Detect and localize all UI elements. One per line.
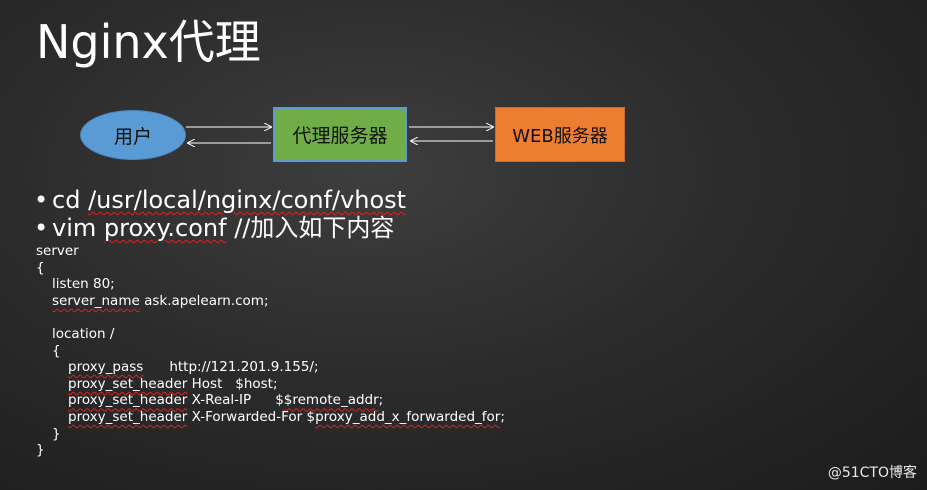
code-line: listen 80;: [52, 276, 115, 293]
code-token: ;: [500, 408, 505, 425]
code-token: ;: [378, 392, 384, 409]
code-line: proxy_pass http://121.201.9.155/;: [36, 359, 505, 376]
code-token: proxy_pass: [68, 359, 144, 376]
proxy-server-node: 代理服务器: [273, 107, 407, 162]
code-token: ask.apelearn.com;: [139, 292, 269, 309]
code-token: http://121.201.9.155/;: [169, 359, 319, 376]
code-line: }: [52, 425, 61, 442]
code-token: proxy_set_header: [68, 408, 188, 425]
code-token: Host $host;: [187, 375, 278, 392]
code-line: proxy_set_header Host $host;: [36, 376, 505, 393]
watermark: @51CTO博客: [827, 465, 917, 481]
config-code-block: server { listen 80; server_name ask.apel…: [36, 243, 505, 459]
code-token: server_name: [52, 292, 140, 309]
code-line: {: [36, 259, 45, 276]
user-node: 用户: [80, 110, 186, 160]
code-line: server_name ask.apelearn.com;: [36, 293, 505, 310]
command-list: • cd /usr/local/nginx/conf/vhost • vim pro…: [34, 186, 406, 242]
vim-file: proxy.conf: [103, 214, 227, 242]
code-line: {: [52, 342, 61, 359]
code-line: }: [36, 442, 45, 459]
code-line: server: [36, 243, 79, 259]
code-token: X-Forwarded-For $: [187, 408, 316, 425]
cd-command: cd: [52, 186, 89, 214]
code-line: location /: [52, 325, 115, 342]
vim-comment: //加入如下内容: [226, 214, 395, 242]
code-line: proxy_set_header X-Real-IP $$remote_addr;: [68, 392, 384, 409]
web-server-node: WEB服务器: [495, 107, 625, 162]
code-token: proxy_set_header: [68, 375, 188, 392]
code-line: proxy_set_header X-Forwarded-For $proxy_…: [36, 409, 505, 426]
bullet-dot: •: [34, 186, 49, 214]
bullet-dot: •: [34, 214, 49, 242]
bullet-vim: • vim proxy.conf //加入如下内容: [34, 214, 406, 242]
code-token: $remote_addr: [283, 392, 379, 409]
code-token: proxy_set_header: [68, 392, 188, 409]
code-token: proxy_add_x_forwarded_for: [315, 408, 501, 425]
vim-command: vim: [52, 214, 104, 242]
bullet-cd: • cd /usr/local/nginx/conf/vhost: [34, 186, 406, 214]
cd-path: /usr/local/nginx/conf/vhost: [88, 186, 407, 214]
code-token: X-Real-IP: [187, 392, 252, 409]
